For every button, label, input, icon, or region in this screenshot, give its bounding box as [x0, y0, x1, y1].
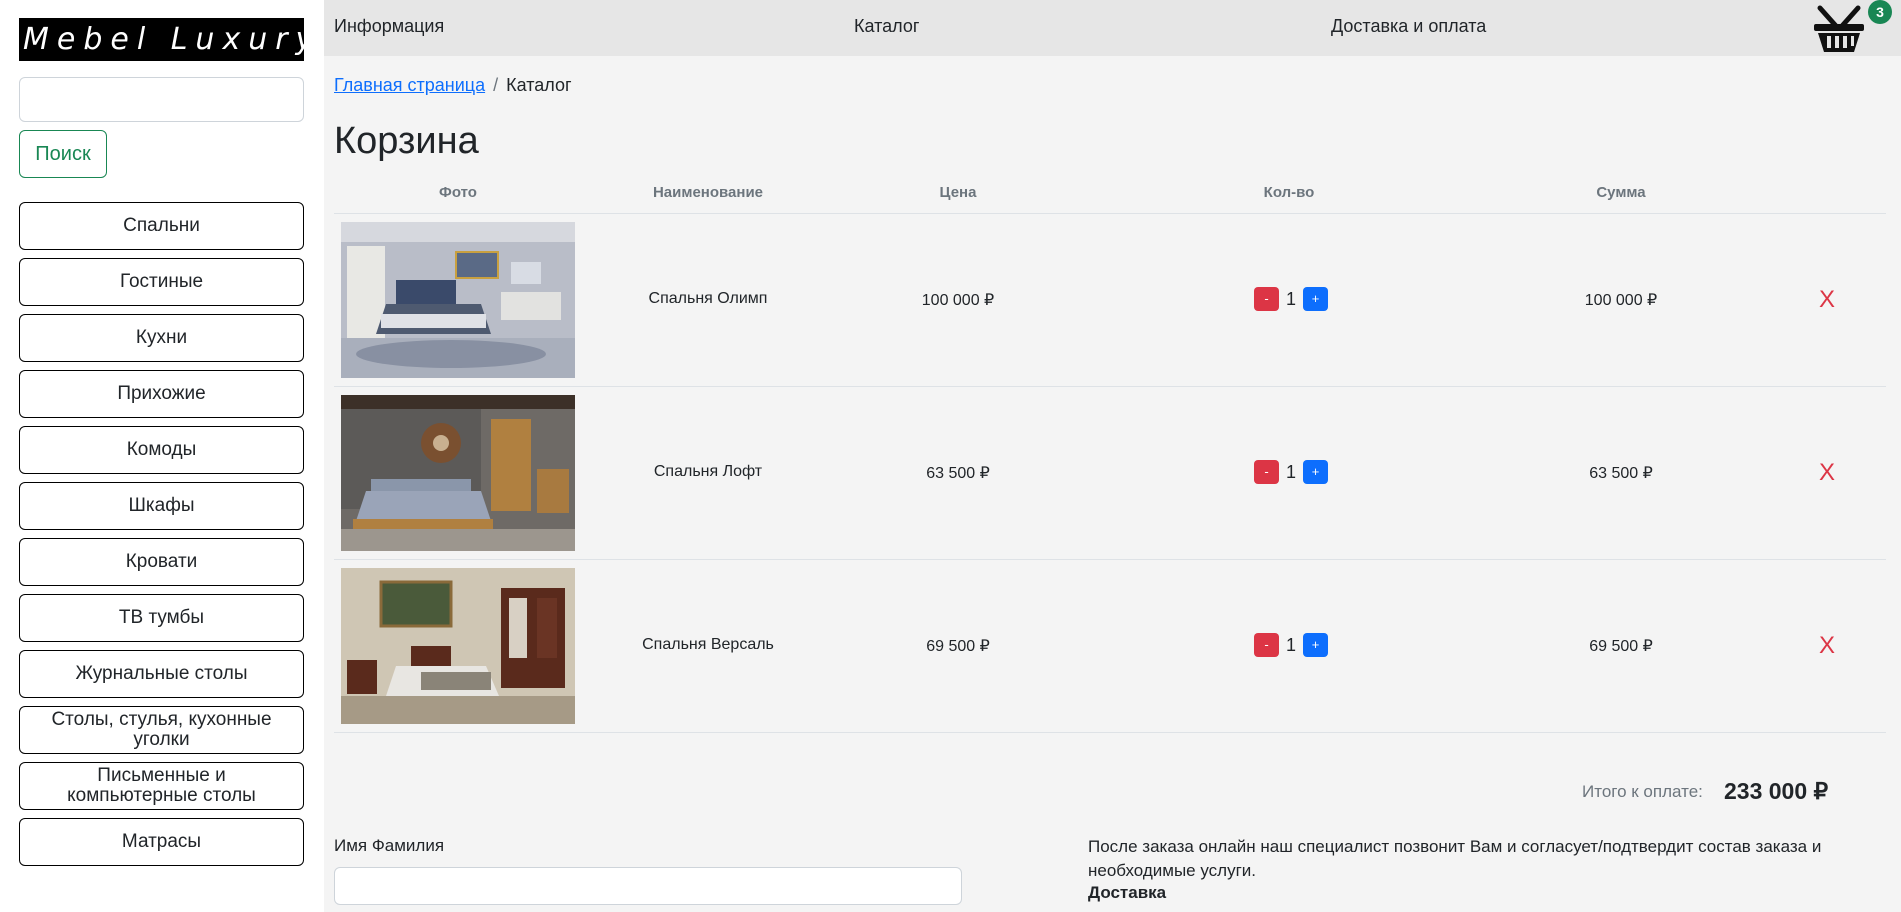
nav-catalog[interactable]: Каталог — [854, 16, 919, 37]
increase-qty-button[interactable]: + — [1303, 287, 1328, 311]
category-mattresses[interactable]: Матрасы — [19, 818, 304, 866]
header-name: Наименование — [652, 184, 764, 201]
quantity-value: 1 — [1285, 288, 1296, 309]
category-list: Спальни Гостиные Кухни Прихожие Комоды Ш… — [19, 202, 304, 874]
cart-icon[interactable] — [1808, 2, 1870, 54]
category-wardrobes[interactable]: Шкафы — [19, 482, 304, 530]
product-price: 100 000 ₽ — [921, 292, 995, 309]
breadcrumb-separator: / — [493, 75, 499, 95]
sidebar: Mebel Luxury Поиск Спальни Гостиные Кухн… — [0, 0, 324, 912]
top-navigation: Информация Каталог Доставка и оплата 3 — [324, 0, 1901, 56]
page-title: Корзина — [334, 120, 479, 162]
search-button[interactable]: Поиск — [19, 130, 107, 178]
table-header: Фото Наименование Цена Кол-во Сумма — [334, 176, 1886, 214]
quantity-value: 1 — [1285, 634, 1296, 655]
increase-qty-button[interactable]: + — [1303, 633, 1328, 657]
total-value: 233 000 ₽ — [1724, 778, 1829, 804]
category-hallways[interactable]: Прихожие — [19, 370, 304, 418]
category-dressers[interactable]: Комоды — [19, 426, 304, 474]
product-name[interactable]: Спальня Олимп — [649, 290, 768, 308]
decrease-qty-button[interactable]: - — [1254, 460, 1279, 484]
name-field-label: Имя Фамилия — [334, 836, 445, 855]
breadcrumb-home-link[interactable]: Главная страница — [334, 75, 485, 95]
category-beds[interactable]: Кровати — [19, 538, 304, 586]
category-coffee-tables[interactable]: Журнальные столы — [19, 650, 304, 698]
product-name[interactable]: Спальня Лофт — [654, 463, 762, 481]
nav-delivery[interactable]: Доставка и оплата — [1331, 16, 1486, 37]
product-price: 69 500 ₽ — [926, 638, 990, 655]
product-sum: 69 500 ₽ — [1589, 638, 1653, 655]
remove-item-button[interactable]: X — [1819, 459, 1835, 487]
quantity-stepper: - 1 + — [1254, 633, 1328, 657]
increase-qty-button[interactable]: + — [1303, 460, 1328, 484]
delivery-heading: Доставка — [1088, 883, 1167, 902]
product-name[interactable]: Спальня Версаль — [642, 636, 774, 654]
total-label: Итого к оплате: — [1582, 782, 1703, 801]
quantity-stepper: - 1 + — [1254, 287, 1328, 311]
category-tv-stands[interactable]: ТВ тумбы — [19, 594, 304, 642]
category-bedrooms[interactable]: Спальни — [19, 202, 304, 250]
category-desks[interactable]: Письменные и компьютерные столы — [19, 762, 304, 810]
product-sum: 63 500 ₽ — [1589, 465, 1653, 482]
decrease-qty-button[interactable]: - — [1254, 287, 1279, 311]
remove-item-button[interactable]: X — [1819, 632, 1835, 660]
header-sum: Сумма — [1596, 184, 1646, 201]
header-photo: Фото — [439, 184, 477, 201]
nav-info[interactable]: Информация — [334, 16, 444, 37]
product-price: 63 500 ₽ — [926, 465, 990, 482]
product-photo[interactable] — [341, 395, 575, 551]
product-photo[interactable] — [341, 568, 575, 724]
decrease-qty-button[interactable]: - — [1254, 633, 1279, 657]
name-field[interactable] — [334, 867, 962, 905]
category-dining[interactable]: Столы, стулья, кухонные уголки — [19, 706, 304, 754]
product-sum: 100 000 ₽ — [1584, 292, 1658, 309]
breadcrumb-current: Каталог — [506, 75, 572, 95]
cart-count-badge: 3 — [1868, 0, 1892, 24]
quantity-stepper: - 1 + — [1254, 460, 1328, 484]
category-living-rooms[interactable]: Гостиные — [19, 258, 304, 306]
breadcrumb: Главная страница / Каталог — [334, 75, 572, 96]
logo[interactable]: Mebel Luxury — [19, 18, 304, 61]
cart-table: Фото Наименование Цена Кол-во Сумма Спал… — [334, 176, 1886, 733]
search-input[interactable] — [19, 77, 304, 122]
header-price: Цена — [939, 184, 977, 201]
header-qty: Кол-во — [1263, 184, 1315, 201]
table-row: Спальня Версаль 69 500 ₽ - 1 + 69 500 ₽ … — [334, 560, 1886, 733]
table-row: Спальня Олимп 100 000 ₽ - 1 + 100 000 ₽ … — [334, 214, 1886, 387]
quantity-value: 1 — [1285, 461, 1296, 482]
remove-item-button[interactable]: X — [1819, 286, 1835, 314]
product-photo[interactable] — [341, 222, 575, 378]
category-kitchens[interactable]: Кухни — [19, 314, 304, 362]
main-content: Информация Каталог Доставка и оплата 3 Г… — [324, 0, 1901, 912]
order-info-text: После заказа онлайн наш специалист позво… — [1088, 837, 1822, 880]
table-row: Спальня Лофт 63 500 ₽ - 1 + 63 500 ₽ X — [334, 387, 1886, 560]
